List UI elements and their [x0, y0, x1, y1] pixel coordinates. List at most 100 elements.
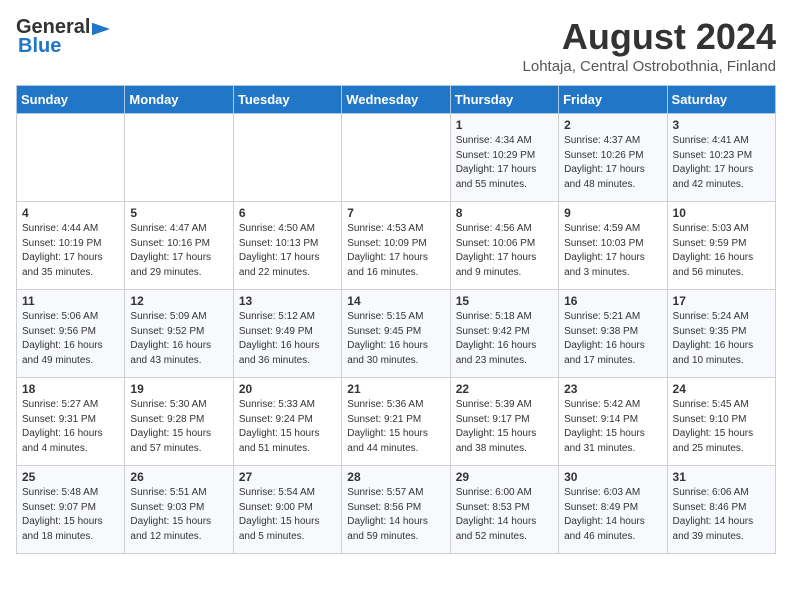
- calendar-cell: 2Sunrise: 4:37 AM Sunset: 10:26 PM Dayli…: [559, 114, 667, 202]
- day-number: 5: [130, 206, 227, 220]
- cell-content: Sunrise: 5:39 AM Sunset: 9:17 PM Dayligh…: [456, 398, 553, 456]
- cell-content: Sunrise: 5:15 AM Sunset: 9:45 PM Dayligh…: [347, 310, 444, 368]
- day-number: 28: [347, 470, 444, 484]
- calendar-cell: 5 Sunrise: 4:47 AM Sunset: 10:16 PM Dayli…: [125, 202, 233, 290]
- day-number: 13: [239, 294, 336, 308]
- cell-content: Sunrise: 4:53 AM Sunset: 10:09 PM Daylig…: [347, 222, 444, 280]
- cell-content: Sunrise: 5:51 AM Sunset: 9:03 PM Dayligh…: [130, 486, 227, 544]
- day-number: 14: [347, 294, 444, 308]
- col-header-friday: Friday: [559, 86, 667, 114]
- calendar-cell: 17Sunrise: 5:24 AM Sunset: 9:35 PM Dayli…: [667, 290, 775, 378]
- cell-content: Sunrise: 4:50 AM Sunset: 10:13 PM Daylig…: [239, 222, 336, 280]
- logo-arrow-icon: [92, 22, 110, 36]
- col-header-saturday: Saturday: [667, 86, 775, 114]
- cell-content: Sunrise: 4:59 AM Sunset: 10:03 PM Daylig…: [564, 222, 661, 280]
- calendar-cell: 21 Sunrise: 5:36 AM Sunset: 9:21 PM Dayli…: [342, 378, 450, 466]
- week-row-3: 11 Sunrise: 5:06 AM Sunset: 9:56 PM Dayli…: [17, 290, 776, 378]
- calendar-cell: 8 Sunrise: 4:56 AM Sunset: 10:06 PM Dayli…: [450, 202, 558, 290]
- cell-content: Sunrise: 4:56 AM Sunset: 10:06 PM Daylig…: [456, 222, 553, 280]
- day-number: 4: [22, 206, 119, 220]
- cell-content: Sunrise: 5:42 AM Sunset: 9:14 PM Dayligh…: [564, 398, 661, 456]
- cell-content: Sunrise: 5:12 AM Sunset: 9:49 PM Dayligh…: [239, 310, 336, 368]
- cell-content: Sunrise: 5:27 AM Sunset: 9:31 PM Dayligh…: [22, 398, 119, 456]
- cell-content: Sunrise: 6:06 AM Sunset: 8:46 PM Dayligh…: [673, 486, 770, 544]
- col-header-tuesday: Tuesday: [233, 86, 341, 114]
- calendar-cell: 7 Sunrise: 4:53 AM Sunset: 10:09 PM Dayli…: [342, 202, 450, 290]
- cell-content: Sunrise: 6:03 AM Sunset: 8:49 PM Dayligh…: [564, 486, 661, 544]
- col-header-thursday: Thursday: [450, 86, 558, 114]
- day-number: 19: [130, 382, 227, 396]
- calendar-cell: 23 Sunrise: 5:42 AM Sunset: 9:14 PM Dayli…: [559, 378, 667, 466]
- calendar-cell: 11 Sunrise: 5:06 AM Sunset: 9:56 PM Dayli…: [17, 290, 125, 378]
- week-row-2: 4 Sunrise: 4:44 AM Sunset: 10:19 PM Dayli…: [17, 202, 776, 290]
- calendar-cell: 20Sunrise: 5:33 AM Sunset: 9:24 PM Dayli…: [233, 378, 341, 466]
- day-number: 31: [673, 470, 770, 484]
- cell-content: Sunrise: 5:57 AM Sunset: 8:56 PM Dayligh…: [347, 486, 444, 544]
- cell-content: Sunrise: 5:21 AM Sunset: 9:38 PM Dayligh…: [564, 310, 661, 368]
- calendar-header-row: SundayMondayTuesdayWednesdayThursdayFrid…: [17, 86, 776, 114]
- calendar-cell: 14 Sunrise: 5:15 AM Sunset: 9:45 PM Dayli…: [342, 290, 450, 378]
- calendar-cell: [342, 114, 450, 202]
- subtitle: Lohtaja, Central Ostrobothnia, Finland: [523, 58, 776, 75]
- calendar-cell: 22 Sunrise: 5:39 AM Sunset: 9:17 PM Dayli…: [450, 378, 558, 466]
- calendar-cell: 4 Sunrise: 4:44 AM Sunset: 10:19 PM Dayli…: [17, 202, 125, 290]
- calendar-cell: 26Sunrise: 5:51 AM Sunset: 9:03 PM Dayli…: [125, 466, 233, 554]
- cell-content: Sunrise: 5:18 AM Sunset: 9:42 PM Dayligh…: [456, 310, 553, 368]
- calendar-cell: [17, 114, 125, 202]
- cell-content: Sunrise: 5:30 AM Sunset: 9:28 PM Dayligh…: [130, 398, 227, 456]
- cell-content: Sunrise: 4:47 AM Sunset: 10:16 PM Daylig…: [130, 222, 227, 280]
- day-number: 23: [564, 382, 661, 396]
- day-number: 1: [456, 118, 553, 132]
- cell-content: Sunrise: 5:33 AM Sunset: 9:24 PM Dayligh…: [239, 398, 336, 456]
- calendar-cell: 25 Sunrise: 5:48 AM Sunset: 9:07 PM Dayli…: [17, 466, 125, 554]
- cell-content: Sunrise: 5:09 AM Sunset: 9:52 PM Dayligh…: [130, 310, 227, 368]
- calendar-cell: 6 Sunrise: 4:50 AM Sunset: 10:13 PM Dayli…: [233, 202, 341, 290]
- cell-content: Sunrise: 6:00 AM Sunset: 8:53 PM Dayligh…: [456, 486, 553, 544]
- day-number: 7: [347, 206, 444, 220]
- day-number: 9: [564, 206, 661, 220]
- cell-content: Sunrise: 4:34 AM Sunset: 10:29 PM Daylig…: [456, 134, 553, 192]
- day-number: 25: [22, 470, 119, 484]
- cell-content: Sunrise: 5:24 AM Sunset: 9:35 PM Dayligh…: [673, 310, 770, 368]
- calendar-cell: 3 Sunrise: 4:41 AM Sunset: 10:23 PM Dayli…: [667, 114, 775, 202]
- week-row-1: 1 Sunrise: 4:34 AM Sunset: 10:29 PM Dayli…: [17, 114, 776, 202]
- calendar-cell: 19 Sunrise: 5:30 AM Sunset: 9:28 PM Dayli…: [125, 378, 233, 466]
- day-number: 11: [22, 294, 119, 308]
- calendar-cell: 27 Sunrise: 5:54 AM Sunset: 9:00 PM Dayli…: [233, 466, 341, 554]
- day-number: 8: [456, 206, 553, 220]
- day-number: 30: [564, 470, 661, 484]
- title-section: August 2024 Lohtaja, Central Ostrobothni…: [523, 16, 776, 75]
- calendar-cell: 30 Sunrise: 6:03 AM Sunset: 8:49 PM Dayli…: [559, 466, 667, 554]
- day-number: 6: [239, 206, 336, 220]
- cell-content: Sunrise: 4:41 AM Sunset: 10:23 PM Daylig…: [673, 134, 770, 192]
- cell-content: Sunrise: 5:06 AM Sunset: 9:56 PM Dayligh…: [22, 310, 119, 368]
- calendar-cell: 29Sunrise: 6:00 AM Sunset: 8:53 PM Dayli…: [450, 466, 558, 554]
- calendar-cell: 9 Sunrise: 4:59 AM Sunset: 10:03 PM Dayli…: [559, 202, 667, 290]
- cell-content: Sunrise: 5:45 AM Sunset: 9:10 PM Dayligh…: [673, 398, 770, 456]
- cell-content: Sunrise: 5:54 AM Sunset: 9:00 PM Dayligh…: [239, 486, 336, 544]
- day-number: 21: [347, 382, 444, 396]
- col-header-sunday: Sunday: [17, 86, 125, 114]
- calendar-cell: 31 Sunrise: 6:06 AM Sunset: 8:46 PM Dayli…: [667, 466, 775, 554]
- week-row-4: 18 Sunrise: 5:27 AM Sunset: 9:31 PM Dayli…: [17, 378, 776, 466]
- calendar-table: SundayMondayTuesdayWednesdayThursdayFrid…: [16, 85, 776, 554]
- calendar-cell: 10Sunrise: 5:03 AM Sunset: 9:59 PM Dayli…: [667, 202, 775, 290]
- calendar-cell: [233, 114, 341, 202]
- cell-content: Sunrise: 4:37 AM Sunset: 10:26 PM Daylig…: [564, 134, 661, 192]
- calendar-cell: [125, 114, 233, 202]
- day-number: 27: [239, 470, 336, 484]
- day-number: 15: [456, 294, 553, 308]
- day-number: 22: [456, 382, 553, 396]
- cell-content: Sunrise: 5:48 AM Sunset: 9:07 PM Dayligh…: [22, 486, 119, 544]
- col-header-wednesday: Wednesday: [342, 86, 450, 114]
- day-number: 3: [673, 118, 770, 132]
- calendar-cell: 28 Sunrise: 5:57 AM Sunset: 8:56 PM Dayli…: [342, 466, 450, 554]
- day-number: 18: [22, 382, 119, 396]
- logo-blue-text: Blue: [18, 35, 61, 58]
- cell-content: Sunrise: 4:44 AM Sunset: 10:19 PM Daylig…: [22, 222, 119, 280]
- cell-content: Sunrise: 5:36 AM Sunset: 9:21 PM Dayligh…: [347, 398, 444, 456]
- calendar-cell: 12Sunrise: 5:09 AM Sunset: 9:52 PM Dayli…: [125, 290, 233, 378]
- col-header-monday: Monday: [125, 86, 233, 114]
- calendar-cell: 1 Sunrise: 4:34 AM Sunset: 10:29 PM Dayli…: [450, 114, 558, 202]
- calendar-cell: 16Sunrise: 5:21 AM Sunset: 9:38 PM Dayli…: [559, 290, 667, 378]
